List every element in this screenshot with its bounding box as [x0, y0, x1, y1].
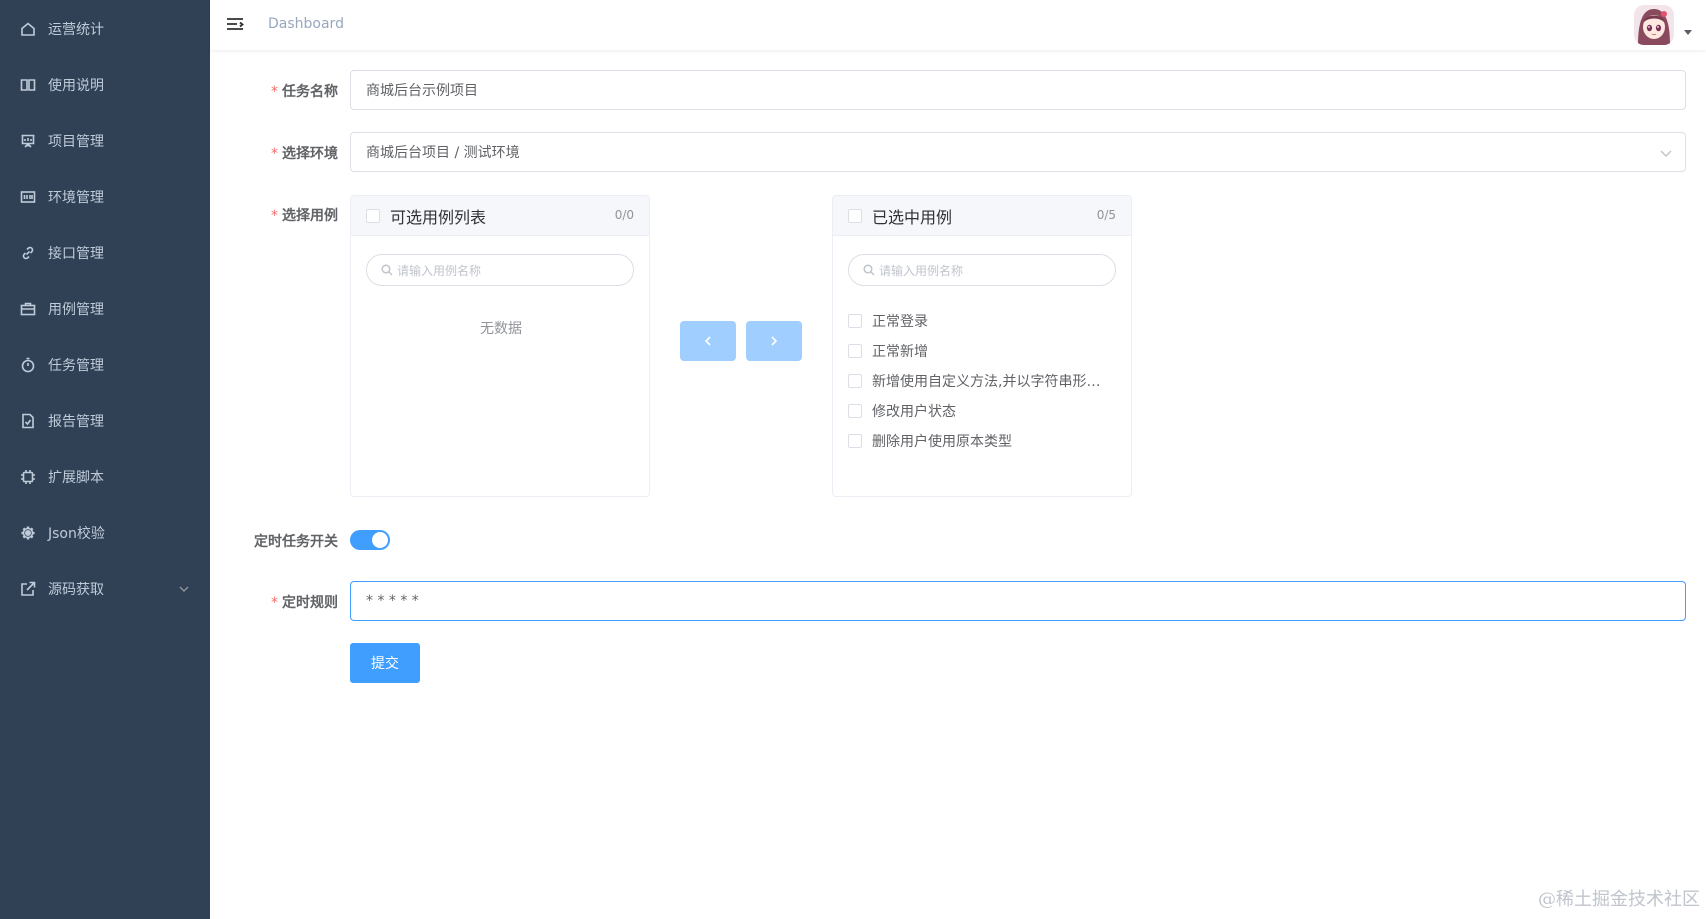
task-name-value: 商城后台示例项目: [366, 83, 478, 99]
cron-input[interactable]: * * * * *: [350, 581, 1686, 621]
presentation-icon: [19, 132, 37, 150]
chevron-right-icon: [771, 336, 778, 346]
env-label: * 选择环境: [271, 146, 338, 162]
chevron-down-icon: [178, 583, 190, 599]
sidebar-item-tasks[interactable]: 任务管理: [0, 337, 210, 393]
cron-value: * * * * *: [366, 593, 419, 609]
sidebar-item-label: 环境管理: [48, 190, 104, 206]
hamburger-icon[interactable]: [225, 15, 245, 35]
item-checkbox[interactable]: [848, 404, 862, 418]
item-label: 新增使用自定义方法,并以字符串形…: [872, 374, 1101, 390]
link-icon: [19, 244, 37, 262]
sidebar-item-label: 接口管理: [48, 246, 104, 262]
server-icon: [19, 188, 37, 206]
schedule-toggle[interactable]: [350, 530, 390, 550]
item-label: 正常登录: [872, 314, 928, 330]
sidebar-item-apis[interactable]: 接口管理: [0, 225, 210, 281]
item-checkbox[interactable]: [848, 434, 862, 448]
chevron-down-icon: [1659, 146, 1673, 164]
cpu-icon: [19, 468, 37, 486]
sidebar-item-label: 扩展脚本: [48, 470, 104, 486]
select-all-checkbox[interactable]: [366, 208, 380, 223]
watermark: @稀土掘金技术社区: [1538, 889, 1700, 910]
sidebar-item-stats[interactable]: 运营统计: [0, 1, 210, 57]
list-item[interactable]: 正常登录: [848, 306, 1118, 336]
sidebar-item-envs[interactable]: 环境管理: [0, 169, 210, 225]
sidebar-item-label: 运营统计: [48, 22, 104, 38]
book-icon: [19, 76, 37, 94]
list-item[interactable]: 修改用户状态: [848, 396, 1118, 426]
navbar: Dashboard: [210, 0, 1706, 50]
sidebar-item-label: 使用说明: [48, 78, 104, 94]
breadcrumb[interactable]: Dashboard: [268, 16, 344, 32]
env-select-value: 商城后台项目 / 测试环境: [366, 145, 520, 161]
avatar[interactable]: [1634, 5, 1674, 45]
list-item[interactable]: 删除用户使用原本类型: [848, 426, 1118, 456]
sidebar-item-label: 用例管理: [48, 302, 104, 318]
sidebar-item-label: 报告管理: [48, 414, 104, 430]
sidebar: 运营统计 使用说明 项目管理 环境管理 接口管理 用例管理 任务管理 报告管理 …: [0, 0, 210, 919]
sidebar-item-source[interactable]: 源码获取: [0, 561, 210, 617]
item-label: 正常新增: [872, 344, 928, 360]
move-right-button[interactable]: [746, 321, 802, 361]
task-name-label: * 任务名称: [271, 84, 338, 100]
search-icon: [863, 264, 875, 276]
caret-down-icon[interactable]: [1684, 30, 1692, 35]
list-item[interactable]: 新增使用自定义方法,并以字符串形…: [848, 366, 1118, 396]
panel-title: 已选中用例: [872, 207, 953, 227]
available-cases-panel: 可选用例列表 0/0 请输入用例名称 无数据: [350, 195, 650, 497]
sidebar-item-label: 源码获取: [48, 582, 104, 598]
selected-cases-search-input[interactable]: 请输入用例名称: [848, 254, 1116, 286]
sidebar-item-reports[interactable]: 报告管理: [0, 393, 210, 449]
home-icon: [19, 20, 37, 38]
sidebar-item-label: 任务管理: [48, 358, 104, 374]
env-select[interactable]: 商城后台项目 / 测试环境: [350, 132, 1686, 172]
gear-icon: [19, 524, 37, 542]
panel-count: 0/5: [1096, 208, 1116, 222]
sidebar-item-projects[interactable]: 项目管理: [0, 113, 210, 169]
selected-cases-panel: 已选中用例 0/5 请输入用例名称 正常登录 正常新增 新增使用自定义方法,并以…: [832, 195, 1132, 497]
cron-label: * 定时规则: [271, 595, 338, 611]
search-placeholder: 请输入用例名称: [879, 263, 964, 278]
submit-button[interactable]: 提交: [350, 643, 420, 683]
item-checkbox[interactable]: [848, 344, 862, 358]
sidebar-item-json[interactable]: Json校验: [0, 505, 210, 561]
empty-text: 无数据: [480, 321, 522, 337]
sidebar-item-scripts[interactable]: 扩展脚本: [0, 449, 210, 505]
search-icon: [381, 264, 393, 276]
sidebar-item-label: Json校验: [48, 526, 105, 542]
schedule-switch-label: 定时任务开关: [254, 534, 338, 550]
task-name-input[interactable]: 商城后台示例项目: [350, 70, 1686, 110]
search-placeholder: 请输入用例名称: [397, 263, 482, 278]
timer-icon: [19, 356, 37, 374]
panel-header: 已选中用例 0/5: [833, 196, 1131, 236]
sidebar-item-label: 项目管理: [48, 134, 104, 150]
chevron-left-icon: [704, 336, 711, 346]
list-item[interactable]: 正常新增: [848, 336, 1118, 366]
cases-label: * 选择用例: [271, 208, 338, 224]
item-checkbox[interactable]: [848, 314, 862, 328]
panel-count: 0/0: [614, 208, 634, 222]
item-label: 修改用户状态: [872, 404, 956, 420]
briefcase-icon: [19, 300, 37, 318]
select-all-checkbox[interactable]: [848, 208, 862, 223]
sidebar-item-cases[interactable]: 用例管理: [0, 281, 210, 337]
toggle-knob: [372, 532, 388, 548]
item-label: 删除用户使用原本类型: [872, 434, 1012, 450]
move-left-button[interactable]: [680, 321, 736, 361]
available-cases-search-input[interactable]: 请输入用例名称: [366, 254, 634, 286]
panel-title: 可选用例列表: [390, 207, 487, 227]
external-link-icon: [19, 580, 37, 598]
document-icon: [19, 412, 37, 430]
panel-header: 可选用例列表 0/0: [351, 196, 649, 236]
item-checkbox[interactable]: [848, 374, 862, 388]
sidebar-item-guide[interactable]: 使用说明: [0, 57, 210, 113]
